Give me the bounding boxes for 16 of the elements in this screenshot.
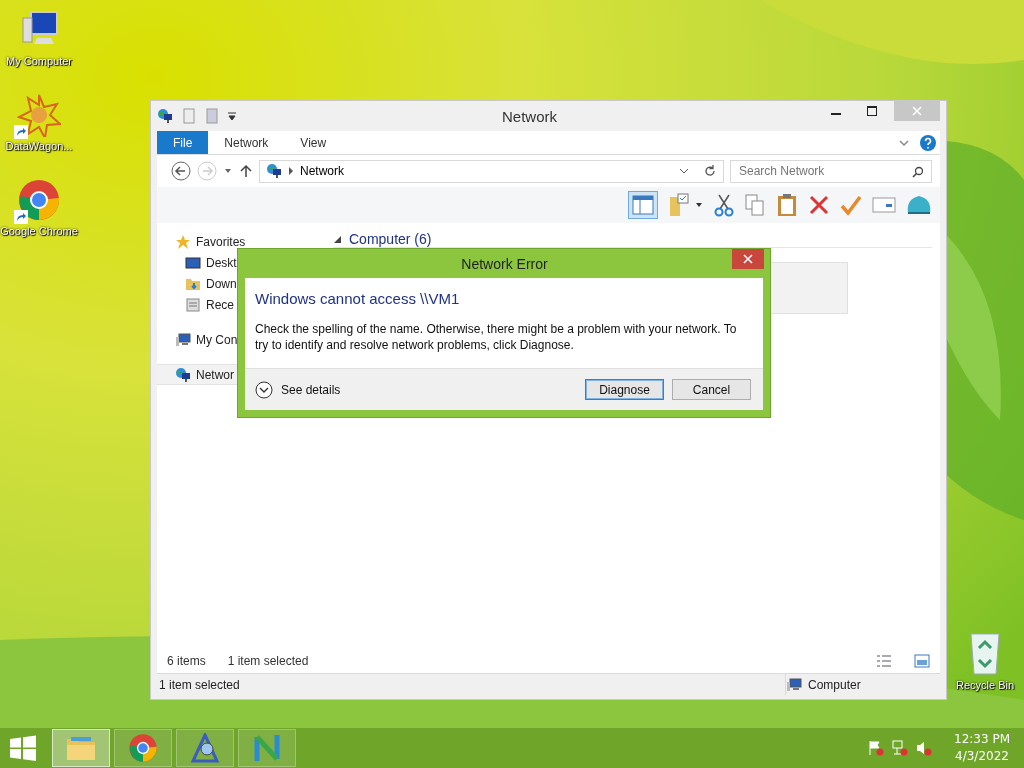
address-path: Network (300, 164, 345, 178)
selection-count: 1 item selected (227, 654, 309, 668)
dialog-message: Check the spelling of the name. Otherwise, there might be a problem with your network. To try to identify and resolve network problems, click Diagnose. (254, 321, 738, 354)
status-location: Computer (808, 677, 861, 692)
status-text: 1 item selected (158, 677, 241, 692)
group-label: Computer (6) (349, 231, 432, 247)
sidebar-label: Networ (196, 367, 234, 382)
sidebar-label: Down (206, 276, 237, 291)
sidebar-label: Favorites (196, 234, 246, 249)
item-count: 6 items (167, 654, 206, 668)
dialog-title: Network Error (460, 255, 549, 272)
sidebar-label: Deskt (206, 255, 237, 270)
sidebar-label: Rece (206, 297, 234, 312)
dialog-heading: Windows cannot access \\VM1 (254, 289, 461, 307)
sidebar-label: My Con (196, 332, 238, 347)
window-title: Network (501, 107, 558, 125)
